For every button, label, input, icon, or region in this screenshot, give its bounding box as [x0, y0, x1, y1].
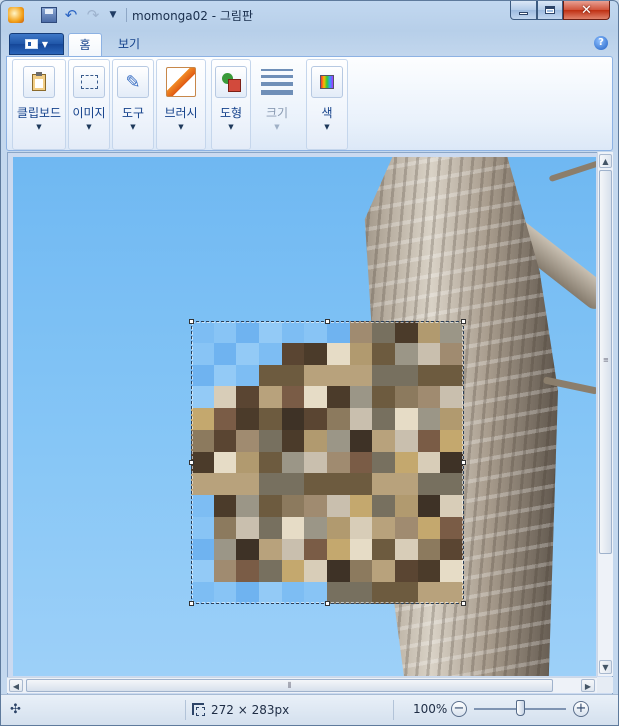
minimize-icon	[519, 11, 528, 15]
redo-icon[interactable]: ↷	[85, 7, 101, 23]
resize-handle-top[interactable]	[325, 319, 330, 324]
scroll-left-icon[interactable]: ◀	[9, 679, 23, 692]
save-icon[interactable]	[41, 7, 57, 23]
chevron-down-icon: ▼	[324, 123, 330, 131]
vertical-scrollbar[interactable]: ▲ ≡ ▼	[597, 152, 613, 676]
tab-home[interactable]: 홈	[68, 33, 102, 56]
resize-handle-bottom[interactable]	[325, 601, 330, 606]
scroll-right-icon[interactable]: ▶	[581, 679, 595, 692]
shapes-button[interactable]: 도형 ▼	[212, 63, 250, 147]
ribbon-home: 클립보드 ▼ 이미지 ▼ ✎ 도구 ▼ 브러시 ▼ 도형 ▼ 크기 ▼ 색 ▼	[6, 56, 613, 151]
brushes-button[interactable]: 브러시 ▼	[157, 63, 205, 147]
status-separator	[185, 700, 186, 720]
group-shapes: 도형 ▼	[211, 59, 251, 150]
clipboard-icon	[23, 66, 55, 98]
scroll-down-icon[interactable]: ▼	[599, 660, 612, 674]
horizontal-scroll-thumb[interactable]: ⦀	[26, 679, 553, 692]
resize-handle-bottom-left[interactable]	[189, 601, 194, 606]
group-image: 이미지 ▼	[68, 59, 110, 150]
tools-button[interactable]: ✎ 도구 ▼	[113, 63, 153, 147]
group-tools: ✎ 도구 ▼	[112, 59, 154, 150]
select-icon	[73, 66, 105, 98]
selection-rectangle[interactable]	[189, 319, 466, 606]
title-separator	[126, 8, 127, 22]
canvas-image[interactable]	[13, 157, 596, 676]
resize-handle-bottom-right[interactable]	[461, 601, 466, 606]
group-brushes: 브러시 ▼	[156, 59, 206, 150]
color-icon	[311, 66, 343, 98]
brush-icon	[165, 66, 197, 98]
quick-access-dropdown-icon[interactable]: ▼	[105, 7, 121, 23]
brushes-label: 브러시	[164, 106, 198, 120]
zoom-in-button[interactable]: +	[573, 701, 589, 717]
tab-view[interactable]: 보기	[108, 33, 150, 56]
scroll-up-icon[interactable]: ▲	[599, 154, 612, 168]
title-bar: ↶ ↷ ▼ momonga02 - 그림판 ✕	[1, 1, 618, 30]
cursor-position-icon: ✣	[10, 702, 21, 717]
size-icon	[261, 66, 293, 98]
clipboard-label: 클립보드	[16, 106, 62, 120]
shapes-icon	[215, 66, 247, 98]
image-label: 이미지	[72, 106, 106, 120]
group-colors: 색 ▼	[306, 59, 348, 150]
ribbon-tab-row: ▼ 홈 보기 ?	[1, 30, 618, 56]
resize-handle-top-left[interactable]	[189, 319, 194, 324]
chevron-down-icon: ▼	[274, 123, 280, 131]
zoom-out-button[interactable]: −	[451, 701, 467, 717]
group-size: 크기 ▼	[253, 59, 301, 150]
colors-button[interactable]: 색 ▼	[307, 63, 347, 147]
resize-handle-top-right[interactable]	[461, 319, 466, 324]
paint-app-icon[interactable]	[8, 7, 24, 23]
zoom-level: 100%	[413, 702, 448, 716]
image-button[interactable]: 이미지 ▼	[69, 63, 109, 147]
canvas-workspace[interactable]	[7, 152, 613, 695]
paint-window: ↶ ↷ ▼ momonga02 - 그림판 ✕ ▼ 홈 보기 ? 클립보드 ▼	[0, 0, 619, 726]
vertical-scroll-thumb[interactable]: ≡	[599, 170, 612, 554]
chevron-down-icon: ▼	[86, 123, 92, 131]
maximize-icon	[545, 6, 555, 14]
size-label: 크기	[265, 106, 289, 120]
size-button: 크기 ▼	[254, 63, 300, 147]
maximize-button[interactable]	[537, 1, 563, 20]
window-title: momonga02 - 그림판	[132, 9, 253, 23]
chevron-down-icon: ▼	[228, 123, 234, 131]
undo-icon[interactable]: ↶	[63, 7, 79, 23]
chevron-down-icon: ▼	[130, 123, 136, 131]
shapes-label: 도형	[219, 106, 243, 120]
chevron-down-icon: ▼	[178, 123, 184, 131]
close-icon: ✕	[581, 2, 592, 18]
status-separator	[393, 700, 394, 720]
resize-handle-right[interactable]	[461, 460, 466, 465]
resize-handle-left[interactable]	[189, 460, 194, 465]
status-bar: ✣ 272 × 283px 100% − +	[1, 694, 618, 725]
help-icon[interactable]: ?	[594, 36, 608, 50]
tools-label: 도구	[121, 106, 145, 120]
tree-twig	[548, 157, 596, 183]
minimize-button[interactable]	[510, 1, 537, 20]
scrollbar-corner	[597, 677, 613, 693]
zoom-slider-thumb[interactable]	[516, 700, 525, 716]
clipboard-button[interactable]: 클립보드 ▼	[13, 63, 65, 147]
document-icon	[24, 39, 38, 49]
paint-menu-button[interactable]: ▼	[9, 33, 64, 55]
group-clipboard: 클립보드 ▼	[12, 59, 66, 150]
tools-icon: ✎	[117, 66, 149, 98]
chevron-down-icon: ▼	[41, 39, 49, 49]
selection-size-text: 272 × 283px	[211, 703, 290, 717]
horizontal-scrollbar[interactable]: ◀ ⦀ ▶	[7, 677, 597, 693]
selection-size-icon	[192, 703, 205, 716]
close-button[interactable]: ✕	[563, 1, 610, 20]
colors-label: 색	[321, 106, 333, 120]
chevron-down-icon: ▼	[36, 123, 42, 131]
